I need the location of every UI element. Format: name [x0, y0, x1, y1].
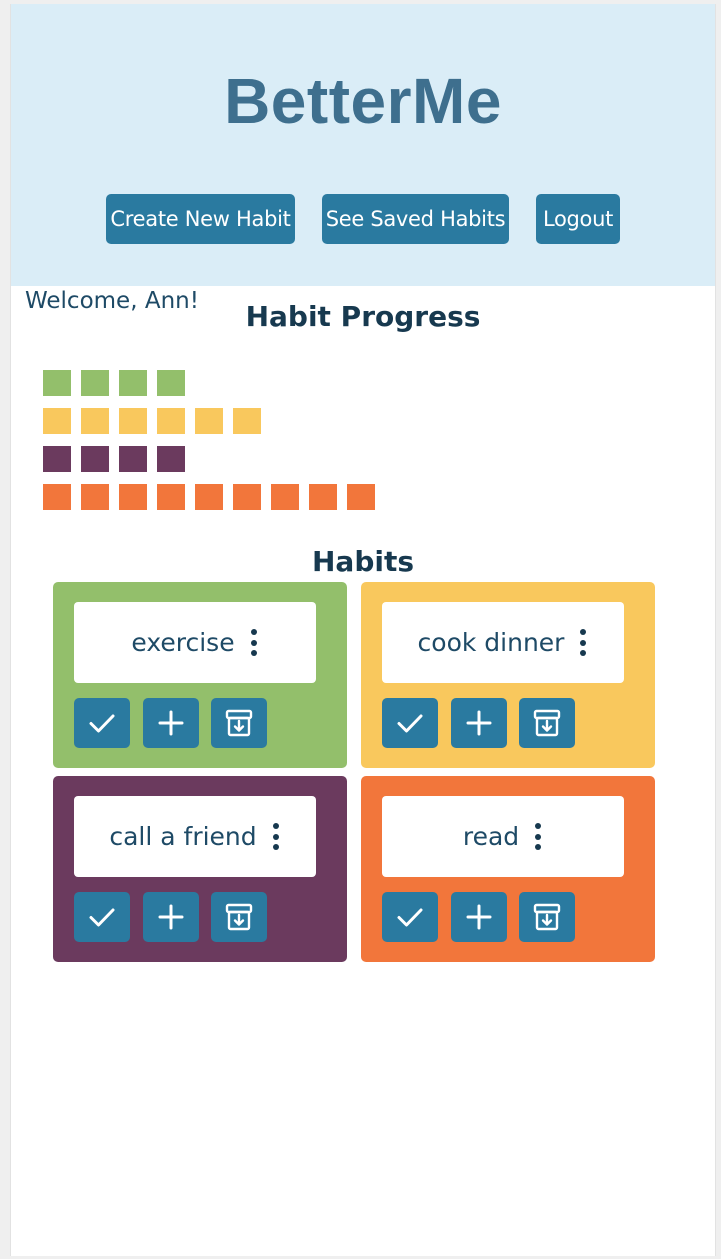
progress-square: [43, 408, 71, 434]
archive-icon: [223, 707, 255, 739]
complete-habit-button[interactable]: [382, 892, 438, 942]
progress-square: [43, 484, 71, 510]
progress-row-exercise: [43, 370, 195, 396]
progress-square: [157, 370, 185, 396]
plus-icon: [464, 708, 494, 738]
habit-card-cook-dinner: cook dinner: [361, 582, 655, 768]
archive-habit-button[interactable]: [519, 698, 575, 748]
more-options-icon[interactable]: [578, 629, 588, 656]
habit-card-call-a-friend: call a friend: [53, 776, 347, 962]
progress-square: [43, 370, 71, 396]
progress-square: [119, 370, 147, 396]
archive-habit-button[interactable]: [211, 698, 267, 748]
create-new-habit-button[interactable]: Create New Habit: [106, 194, 295, 244]
logout-button[interactable]: Logout: [536, 194, 620, 244]
habit-label-box: cook dinner: [382, 602, 624, 683]
progress-square: [271, 484, 299, 510]
progress-square: [347, 484, 375, 510]
progress-square: [81, 408, 109, 434]
check-icon: [394, 901, 426, 933]
progress-square: [233, 408, 261, 434]
progress-row-cook-dinner: [43, 408, 271, 434]
progress-row-call-a-friend: [43, 446, 195, 472]
archive-habit-button[interactable]: [211, 892, 267, 942]
progress-square: [119, 446, 147, 472]
complete-habit-button[interactable]: [74, 892, 130, 942]
increment-habit-button[interactable]: [451, 698, 507, 748]
progress-square: [81, 446, 109, 472]
progress-square: [157, 484, 185, 510]
habit-label-box: exercise: [74, 602, 316, 683]
check-icon: [86, 707, 118, 739]
habit-card-exercise: exercise: [53, 582, 347, 768]
app-title: BetterMe: [224, 65, 502, 137]
plus-icon: [156, 708, 186, 738]
more-options-icon[interactable]: [533, 823, 543, 850]
habit-label-box: call a friend: [74, 796, 316, 877]
archive-icon: [531, 901, 563, 933]
progress-square: [157, 408, 185, 434]
archive-icon: [223, 901, 255, 933]
progress-square: [195, 484, 223, 510]
increment-habit-button[interactable]: [143, 698, 199, 748]
progress-square: [157, 446, 185, 472]
habit-name: read: [462, 822, 520, 851]
complete-habit-button[interactable]: [382, 698, 438, 748]
header: BetterMe Create New Habit See Saved Habi…: [11, 4, 715, 286]
habit-name: cook dinner: [417, 628, 565, 657]
check-icon: [86, 901, 118, 933]
plus-icon: [464, 902, 494, 932]
habit-label-box: read: [382, 796, 624, 877]
check-icon: [394, 707, 426, 739]
habit-name: exercise: [131, 628, 235, 657]
progress-square: [81, 370, 109, 396]
archive-icon: [531, 707, 563, 739]
app-frame: BetterMe Create New Habit See Saved Habi…: [10, 4, 716, 1256]
progress-square: [233, 484, 261, 510]
archive-habit-button[interactable]: [519, 892, 575, 942]
habits-title: Habits: [311, 545, 415, 578]
habit-progress-title: Habit Progress: [245, 300, 481, 333]
more-options-icon[interactable]: [249, 629, 259, 656]
increment-habit-button[interactable]: [143, 892, 199, 942]
progress-square: [119, 408, 147, 434]
progress-square: [43, 446, 71, 472]
plus-icon: [156, 902, 186, 932]
progress-square: [195, 408, 223, 434]
progress-square: [119, 484, 147, 510]
increment-habit-button[interactable]: [451, 892, 507, 942]
progress-square: [309, 484, 337, 510]
habit-name: call a friend: [109, 822, 257, 851]
complete-habit-button[interactable]: [74, 698, 130, 748]
progress-row-read: [43, 484, 385, 510]
habit-card-read: read: [361, 776, 655, 962]
see-saved-habits-button[interactable]: See Saved Habits: [322, 194, 509, 244]
progress-square: [81, 484, 109, 510]
more-options-icon[interactable]: [271, 823, 281, 850]
